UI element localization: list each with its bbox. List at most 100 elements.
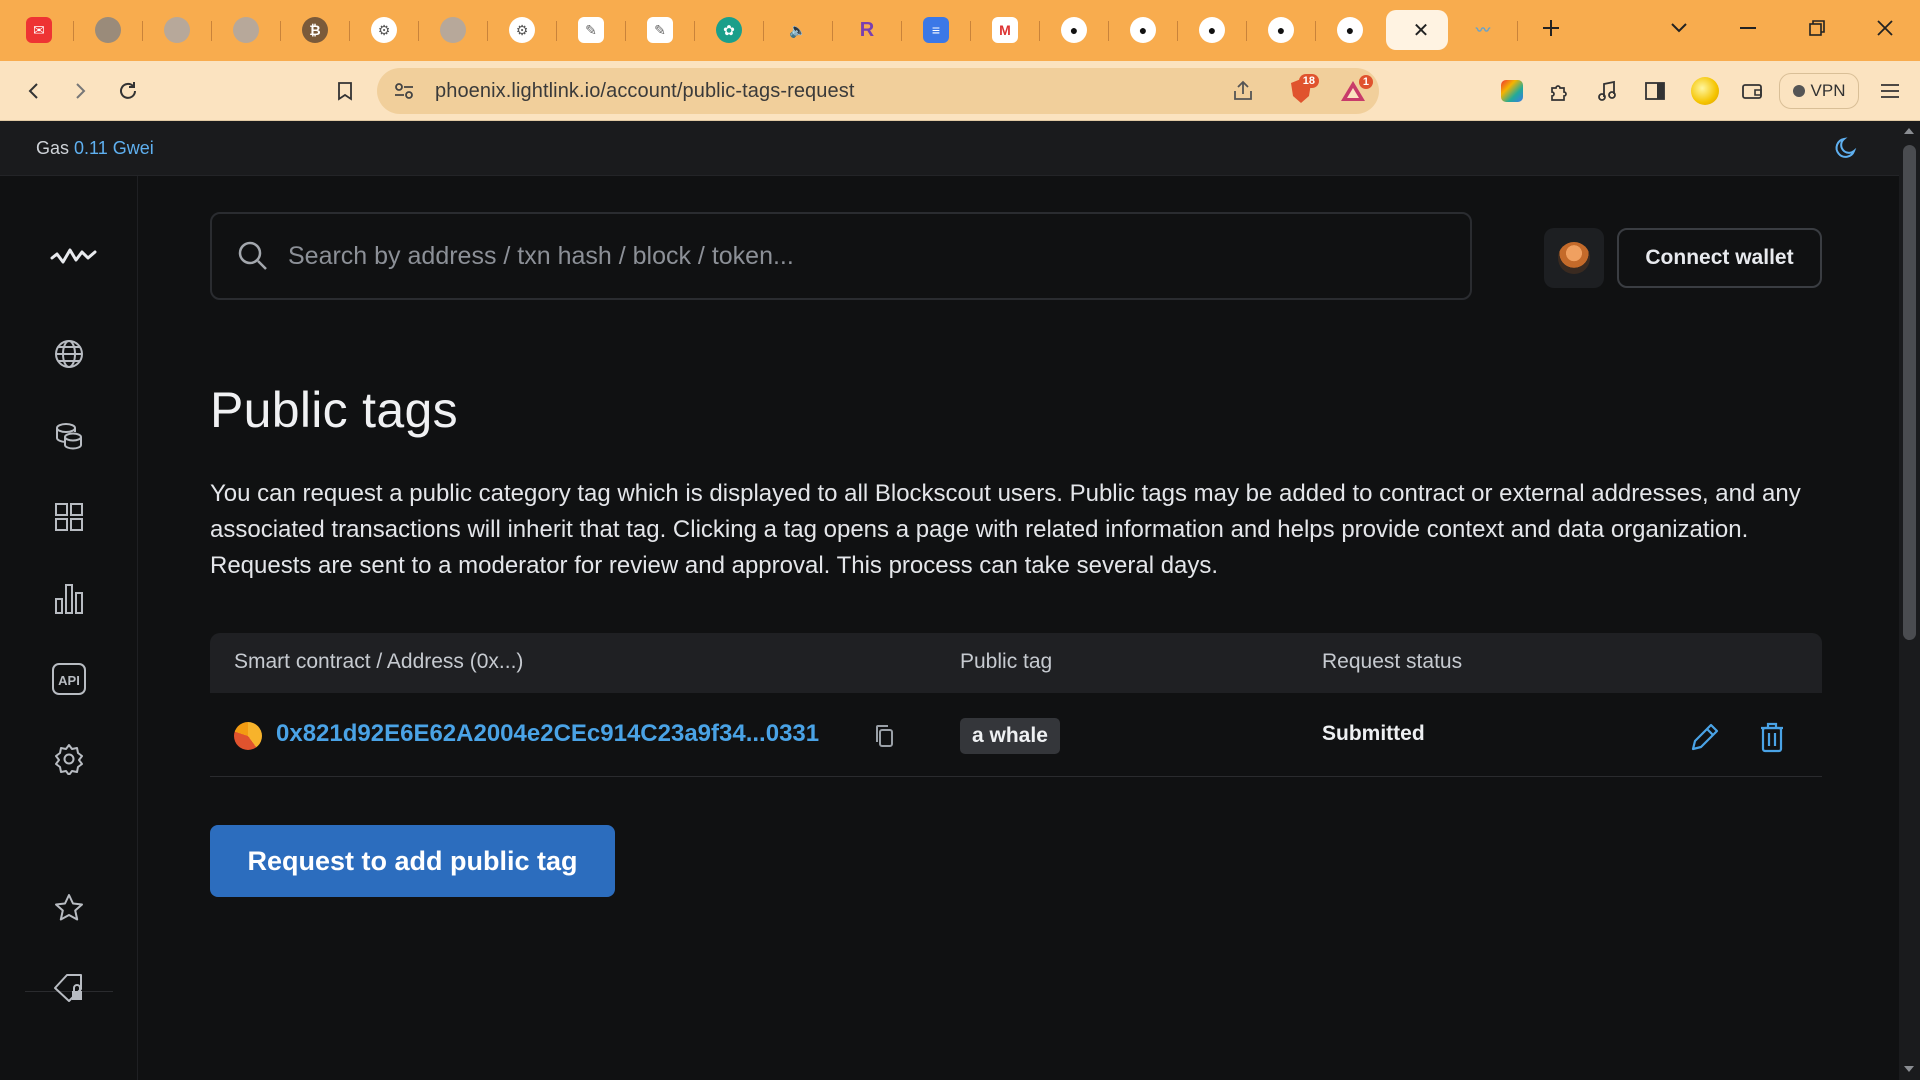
browser-tab[interactable] xyxy=(426,10,488,50)
browser-tab[interactable]: ● xyxy=(1047,10,1109,50)
note-icon: ✎ xyxy=(578,17,604,43)
github-icon: ● xyxy=(1130,17,1156,43)
forward-button[interactable] xyxy=(60,71,100,111)
api-icon[interactable]: API xyxy=(49,659,89,699)
browser-tab[interactable]: ✎ xyxy=(633,10,695,50)
bookmark-button[interactable] xyxy=(325,71,365,111)
column-header-public-tag: Public tag xyxy=(960,650,1053,673)
window-close-button[interactable] xyxy=(1862,8,1908,48)
scroll-down-arrow-icon[interactable] xyxy=(1904,1066,1914,1072)
public-tags-table: Smart contract / Address (0x...) Public … xyxy=(210,633,1822,777)
connect-wallet-button[interactable]: Connect wallet xyxy=(1617,228,1822,288)
robot-icon: ⚙ xyxy=(371,17,397,43)
tab-list-chevron-icon[interactable] xyxy=(1656,8,1702,48)
coin-icon: ₿ xyxy=(302,17,328,43)
grey-circle-icon xyxy=(440,17,466,43)
browser-tab[interactable]: ● xyxy=(1323,10,1385,50)
github-icon: ● xyxy=(1337,17,1363,43)
gas-label: Gas xyxy=(36,138,70,158)
tokens-icon[interactable] xyxy=(49,416,89,456)
speaker-icon: 🔈 xyxy=(789,21,807,38)
request-public-tag-button[interactable]: Request to add public tag xyxy=(210,825,615,897)
apps-grid-icon[interactable] xyxy=(49,497,89,537)
browser-tab[interactable] xyxy=(219,10,281,50)
private-tags-icon[interactable] xyxy=(49,968,89,1008)
browser-toolbar: phoenix.lightlink.io/account/public-tags… xyxy=(0,61,1920,121)
browser-tab[interactable] xyxy=(150,10,212,50)
browser-tab[interactable]: 🔈 xyxy=(771,10,833,50)
brave-shield-icon[interactable]: 18 xyxy=(1289,74,1319,104)
browser-tab[interactable]: 〰 xyxy=(1456,10,1518,50)
page-description: You can request a public category tag wh… xyxy=(210,480,1801,579)
browser-tab[interactable]: R xyxy=(840,10,902,50)
browser-tab[interactable]: ● xyxy=(1116,10,1178,50)
scroll-thumb[interactable] xyxy=(1903,145,1916,640)
browser-tab[interactable]: ⚙ xyxy=(357,10,419,50)
browser-tab[interactable]: ● xyxy=(1254,10,1316,50)
site-settings-icon[interactable] xyxy=(393,81,415,101)
chatgpt-icon: ✿ xyxy=(716,17,742,43)
theme-toggle-moon-icon[interactable] xyxy=(1833,135,1859,161)
copy-icon[interactable] xyxy=(874,724,894,748)
vpn-status-icon xyxy=(1792,85,1805,97)
delete-trash-icon[interactable] xyxy=(1752,717,1792,757)
stats-chart-icon[interactable] xyxy=(49,578,89,618)
extension-swirl-icon[interactable] xyxy=(1685,71,1725,111)
browser-tab[interactable]: ● xyxy=(1185,10,1247,50)
browser-tab[interactable]: ✿ xyxy=(702,10,764,50)
browser-tab[interactable]: M xyxy=(978,10,1040,50)
new-tab-button[interactable] xyxy=(1528,8,1574,48)
settings-gear-icon[interactable] xyxy=(49,739,89,779)
extension-rainbow-icon[interactable] xyxy=(1492,71,1532,111)
avatar xyxy=(1558,242,1590,274)
share-icon[interactable] xyxy=(1231,79,1255,103)
request-status: Submitted xyxy=(1322,722,1425,745)
reload-button[interactable] xyxy=(108,71,148,111)
google-docs-icon: ≡ xyxy=(923,17,949,43)
watchlist-star-icon[interactable] xyxy=(49,888,89,928)
media-music-icon[interactable] xyxy=(1587,71,1627,111)
page-title: Public tags xyxy=(210,382,458,438)
browser-tab[interactable]: ₿ xyxy=(288,10,350,50)
browser-menu-icon[interactable] xyxy=(1870,71,1910,111)
url-text[interactable]: phoenix.lightlink.io/account/public-tags… xyxy=(435,80,855,103)
close-icon[interactable]: ✕ xyxy=(1408,17,1434,43)
browser-tab[interactable]: ≡ xyxy=(909,10,971,50)
restore-button[interactable] xyxy=(1794,8,1840,48)
profile-avatar-button[interactable] xyxy=(1544,228,1604,288)
address-bar[interactable]: phoenix.lightlink.io/account/public-tags… xyxy=(377,68,1379,114)
browser-tab[interactable]: ✎ xyxy=(564,10,626,50)
address-link[interactable]: 0x821d92E6E62A2004e2CEc914C23a9f34...033… xyxy=(276,720,819,748)
gmail-icon: M xyxy=(992,17,1018,43)
wallet-icon[interactable] xyxy=(1732,71,1772,111)
blockscout-logo-icon[interactable] xyxy=(49,236,99,276)
vpn-button[interactable]: VPN xyxy=(1779,73,1859,109)
search-input[interactable] xyxy=(288,236,1438,276)
r-letter-icon: R xyxy=(859,18,875,41)
browser-tab[interactable]: ⚙ xyxy=(495,10,557,50)
grey-circle-icon xyxy=(164,17,190,43)
brave-rewards-icon[interactable]: 1 xyxy=(1339,75,1373,103)
back-button[interactable] xyxy=(14,71,54,111)
lightlink-icon: 〰 xyxy=(1476,22,1490,38)
search-box[interactable] xyxy=(210,212,1472,300)
gas-price: Gas 0.11 Gwei xyxy=(36,138,154,159)
gas-topbar: Gas 0.11 Gwei xyxy=(0,121,1899,176)
edit-pencil-icon[interactable] xyxy=(1685,717,1725,757)
scroll-up-arrow-icon[interactable] xyxy=(1904,128,1914,134)
active-browser-tab[interactable]: ✕ xyxy=(1386,10,1448,50)
browser-tab-bar: ✉ ₿ ⚙ ⚙ ✎ ✎ ✿ 🔈 R ≡ M ● ● ● ● ● ✕ 〰 xyxy=(0,0,1920,61)
extensions-puzzle-icon[interactable] xyxy=(1539,71,1579,111)
minimize-button[interactable] xyxy=(1725,8,1771,48)
github-icon: ● xyxy=(1268,17,1294,43)
browser-tab[interactable] xyxy=(81,10,143,50)
page-content: Gas 0.11 Gwei API Search by address / tx… xyxy=(0,121,1899,1080)
gmail-red-icon: ✉ xyxy=(26,17,52,43)
globe-icon[interactable] xyxy=(49,334,89,374)
grey-circle-icon xyxy=(233,17,259,43)
table-header: Smart contract / Address (0x...) Public … xyxy=(210,633,1822,693)
page-scrollbar[interactable] xyxy=(1899,121,1920,1080)
browser-tab[interactable]: ✉ xyxy=(12,10,74,50)
sidebar-toggle-icon[interactable] xyxy=(1635,71,1675,111)
gas-value[interactable]: 0.11 Gwei xyxy=(74,138,154,158)
